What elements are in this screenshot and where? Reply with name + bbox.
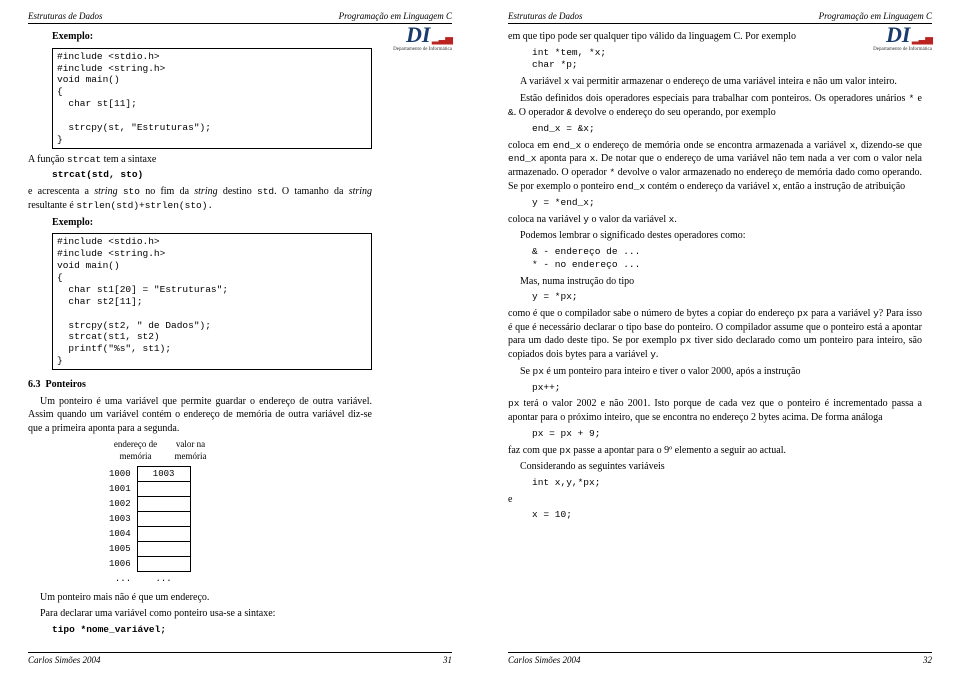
page-left: Estruturas de Dados Programação em Lingu… bbox=[0, 0, 480, 674]
type-valid: em que tipo pode ser qualquer tipo válid… bbox=[508, 30, 922, 44]
code-pxinc: px++; bbox=[532, 382, 922, 395]
code-ypx: y = *px; bbox=[532, 291, 922, 304]
left-content: Exemplo: #include <stdio.h> #include <st… bbox=[28, 30, 452, 636]
code-vars: int x,y,*px; bbox=[532, 477, 922, 490]
and: e bbox=[508, 493, 922, 507]
page-number: 31 bbox=[443, 654, 452, 666]
footer-author: Carlos Simões 2004 bbox=[28, 654, 101, 666]
px-2002: px terá o valor 2002 e não 2001. Isto po… bbox=[508, 397, 922, 424]
code-x10: x = 10; bbox=[532, 509, 922, 522]
endx-desc: coloca em end_x o endereço de memória on… bbox=[508, 139, 922, 194]
y-value: coloca na variável y o valor da variável… bbox=[508, 213, 922, 227]
code-pxadd: px = px + 9; bbox=[532, 428, 922, 441]
var-x-desc: A variável x vai permitir armazenar o en… bbox=[508, 75, 922, 89]
logo-bars: ▂▃▅ bbox=[912, 34, 932, 45]
strcat-intro: A função strcat tem a sintaxe bbox=[28, 153, 372, 167]
pointer-intro: Um ponteiro é uma variável que permite g… bbox=[28, 395, 372, 436]
right-content: em que tipo pode ser qualquer tipo válid… bbox=[508, 30, 932, 522]
logo-di: DI bbox=[406, 22, 430, 47]
exemplo-label: Exemplo: bbox=[52, 31, 93, 42]
pointer-is-address: Um ponteiro mais não é que um endereço. bbox=[28, 591, 372, 605]
footer-author: Carlos Simões 2004 bbox=[508, 654, 581, 666]
strcat-desc: e acrescenta a string sto no fim da stri… bbox=[28, 185, 372, 213]
code-yendx: y = *end_x; bbox=[532, 197, 922, 210]
exemplo-label-2: Exemplo: bbox=[52, 217, 93, 228]
code-decl: int *tem, *x; char *p; bbox=[532, 47, 922, 73]
operators-intro: Estão definidos dois operadores especiai… bbox=[508, 92, 922, 120]
header-left: Estruturas de Dados bbox=[28, 10, 103, 22]
memory-table: 10001003 1001 1002 1003 1004 1005 1006 .… bbox=[108, 466, 372, 586]
code-block-1: #include <stdio.h> #include <string.h> v… bbox=[52, 48, 372, 149]
header-left: Estruturas de Dados bbox=[508, 10, 583, 22]
logo-dept: Departamento de Informática bbox=[873, 47, 932, 52]
remember-ops: Podemos lembrar o significado destes ope… bbox=[508, 229, 922, 243]
footer-left: Carlos Simões 2004 31 bbox=[28, 652, 452, 666]
dept-logo: DI ▂▃▅ Departamento de Informática bbox=[873, 24, 932, 52]
consider-vars: Considerando as seguintes variáveis bbox=[508, 460, 922, 474]
header-right: Programação em Linguagem C bbox=[819, 10, 932, 22]
header: Estruturas de Dados Programação em Lingu… bbox=[508, 10, 932, 24]
header-right: Programação em Linguagem C bbox=[339, 10, 452, 22]
px-9th: faz com que px passe a apontar para o 9º… bbox=[508, 444, 922, 458]
page-right: Estruturas de Dados Programação em Lingu… bbox=[480, 0, 960, 674]
but-instr: Mas, numa instrução do tipo bbox=[508, 275, 922, 289]
section-heading: 6.3 Ponteiros bbox=[28, 378, 372, 392]
pointer-decl-intro: Para declarar uma variável como ponteiro… bbox=[28, 607, 372, 621]
logo-di: DI bbox=[886, 22, 910, 47]
page-number: 32 bbox=[923, 654, 932, 666]
op-mnemonics: & - endereço de ... * - no endereço ... bbox=[532, 246, 922, 272]
pointer-decl: tipo *nome_variável; bbox=[52, 624, 372, 637]
bytes-copy: como é que o compilador sabe o número de… bbox=[508, 307, 922, 362]
px-2000: Se px é um ponteiro para inteiro e tiver… bbox=[508, 365, 922, 379]
header: Estruturas de Dados Programação em Lingu… bbox=[28, 10, 452, 24]
code-endx: end_x = &x; bbox=[532, 123, 922, 136]
mem-headers: endereço de memória valor na memória bbox=[108, 438, 372, 462]
logo-bars: ▂▃▅ bbox=[432, 34, 452, 45]
strcat-sig: strcat(std, sto) bbox=[52, 169, 372, 182]
logo-dept: Departamento de Informática bbox=[393, 47, 452, 52]
dept-logo: DI ▂▃▅ Departamento de Informática bbox=[393, 24, 452, 52]
footer-right: Carlos Simões 2004 32 bbox=[508, 652, 932, 666]
page-spread: Estruturas de Dados Programação em Lingu… bbox=[0, 0, 960, 674]
code-block-2: #include <stdio.h> #include <string.h> v… bbox=[52, 233, 372, 370]
